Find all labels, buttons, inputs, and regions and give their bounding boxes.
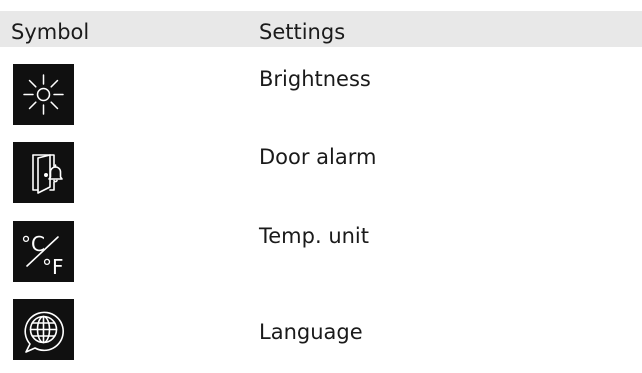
celsius-glyph: °C bbox=[21, 232, 45, 256]
setting-label-door-alarm: Door alarm bbox=[259, 145, 377, 169]
language-icon bbox=[13, 299, 74, 360]
column-header-symbol: Symbol bbox=[11, 20, 90, 44]
column-header-settings: Settings bbox=[259, 20, 346, 44]
setting-label-language: Language bbox=[259, 320, 363, 344]
setting-label-temp-unit: Temp. unit bbox=[259, 224, 370, 248]
fahrenheit-glyph: °F bbox=[42, 255, 64, 279]
brightness-icon bbox=[13, 64, 74, 125]
temperature-unit-icon: °C °F bbox=[13, 221, 74, 282]
setting-label-brightness: Brightness bbox=[259, 67, 371, 91]
door-alarm-icon bbox=[13, 142, 74, 203]
